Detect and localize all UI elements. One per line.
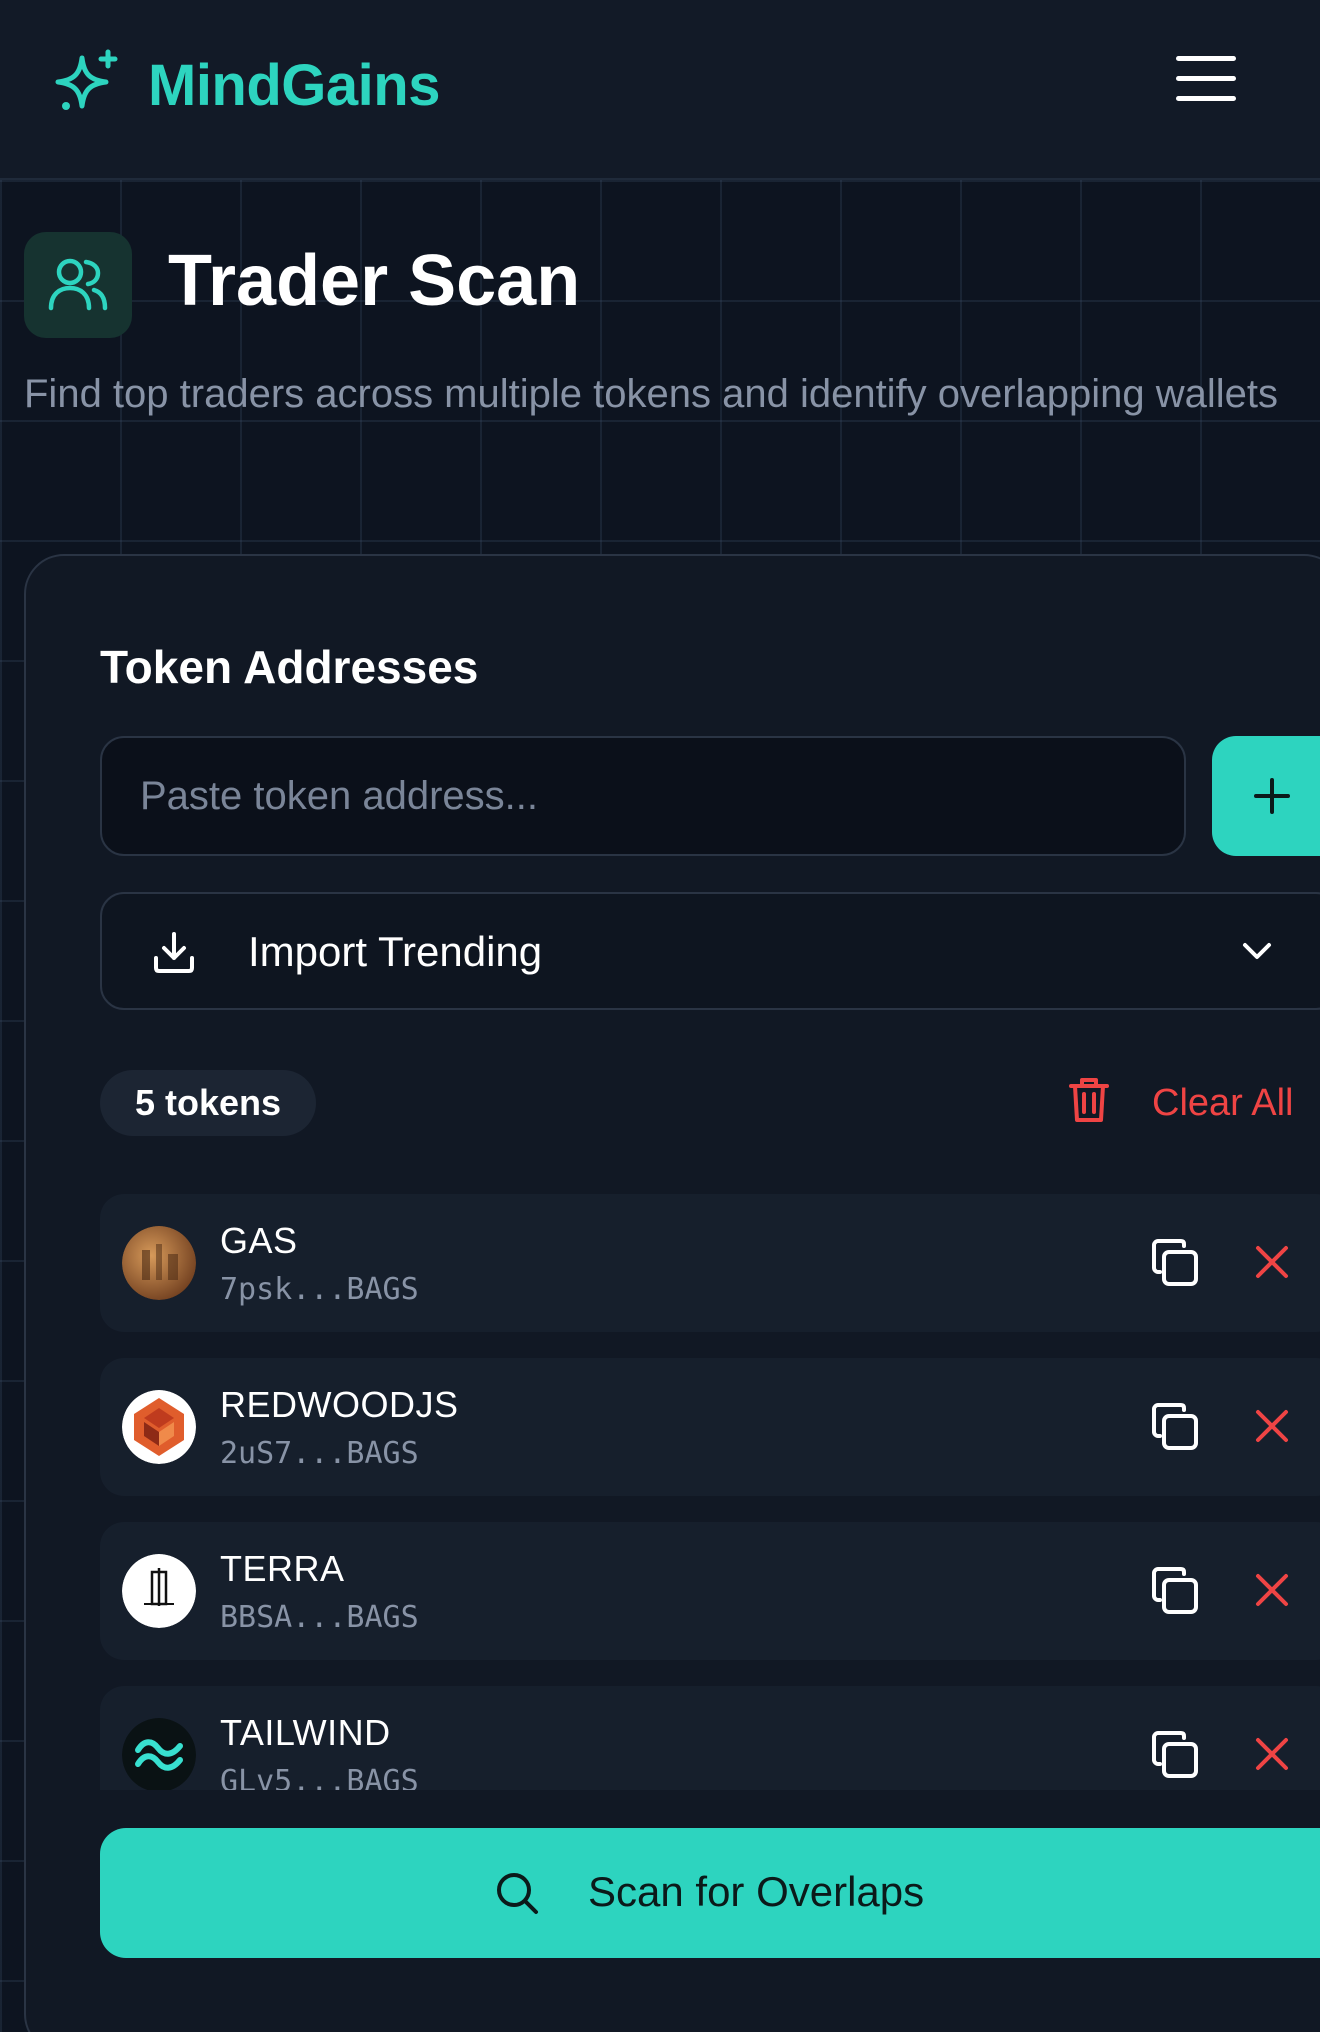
tailwind-token-avatar — [122, 1718, 196, 1790]
token-name: TAILWIND — [220, 1712, 391, 1753]
hamburger-menu-icon[interactable] — [1176, 56, 1236, 108]
token-name: TERRA — [220, 1548, 345, 1589]
token-address: 2uS7...BAGS — [220, 1436, 419, 1471]
token-address-input[interactable] — [100, 736, 1186, 856]
import-trending-label: Import Trending — [248, 928, 543, 975]
download-icon — [154, 932, 194, 973]
terra-token-avatar — [122, 1554, 196, 1628]
token-address: BBSA...BAGS — [220, 1600, 419, 1635]
copy-icon[interactable] — [1150, 1730, 1200, 1780]
close-icon[interactable] — [1252, 1242, 1292, 1282]
close-icon[interactable] — [1252, 1406, 1292, 1446]
close-icon[interactable] — [1252, 1570, 1292, 1610]
clear-all-button[interactable]: Clear All — [1068, 1074, 1308, 1134]
chevron-down-icon — [1243, 943, 1271, 959]
page-subtitle: Find top traders across multiple tokens … — [24, 372, 1278, 416]
token-row: GAS 7psk...BAGS — [100, 1194, 1320, 1332]
app-logo-text[interactable]: MindGains — [148, 52, 440, 119]
token-row: REDWOODJS 2uS7...BAGS — [100, 1358, 1320, 1496]
token-list[interactable]: GAS 7psk...BAGS REDWOODJS 2uS7...BAGS TE… — [100, 1194, 1320, 1790]
search-icon — [497, 1873, 538, 1914]
scan-button-label: Scan for Overlaps — [588, 1868, 925, 1915]
redwoodjs-token-avatar — [122, 1390, 196, 1464]
token-name: GAS — [220, 1220, 298, 1261]
copy-icon[interactable] — [1150, 1402, 1200, 1452]
sparkles-icon — [55, 49, 118, 110]
token-name: REDWOODJS — [220, 1384, 459, 1425]
top-header: MindGains — [0, 0, 1320, 180]
token-row: TAILWIND GLv5...BAGS — [100, 1686, 1320, 1790]
title-icon-badge — [24, 232, 132, 338]
token-row: TERRA BBSA...BAGS — [100, 1522, 1320, 1660]
clear-all-label: Clear All — [1152, 1082, 1294, 1124]
token-addresses-label: Token Addresses — [100, 641, 479, 693]
trash-icon — [1069, 1078, 1109, 1122]
plus-icon — [1254, 778, 1290, 814]
scan-for-overlaps-button[interactable]: Scan for Overlaps — [100, 1828, 1320, 1958]
gas-token-avatar — [122, 1226, 196, 1300]
page-title: Trader Scan — [168, 241, 581, 321]
import-trending-dropdown[interactable]: Import Trending — [100, 892, 1320, 1010]
copy-icon[interactable] — [1150, 1238, 1200, 1288]
token-count-badge: 5 tokens — [100, 1070, 316, 1136]
token-address: GLv5...BAGS — [220, 1764, 419, 1790]
users-icon — [48, 258, 108, 311]
add-token-button[interactable] — [1212, 736, 1320, 856]
close-icon[interactable] — [1252, 1734, 1292, 1774]
token-address: 7psk...BAGS — [220, 1272, 419, 1307]
copy-icon[interactable] — [1150, 1566, 1200, 1616]
